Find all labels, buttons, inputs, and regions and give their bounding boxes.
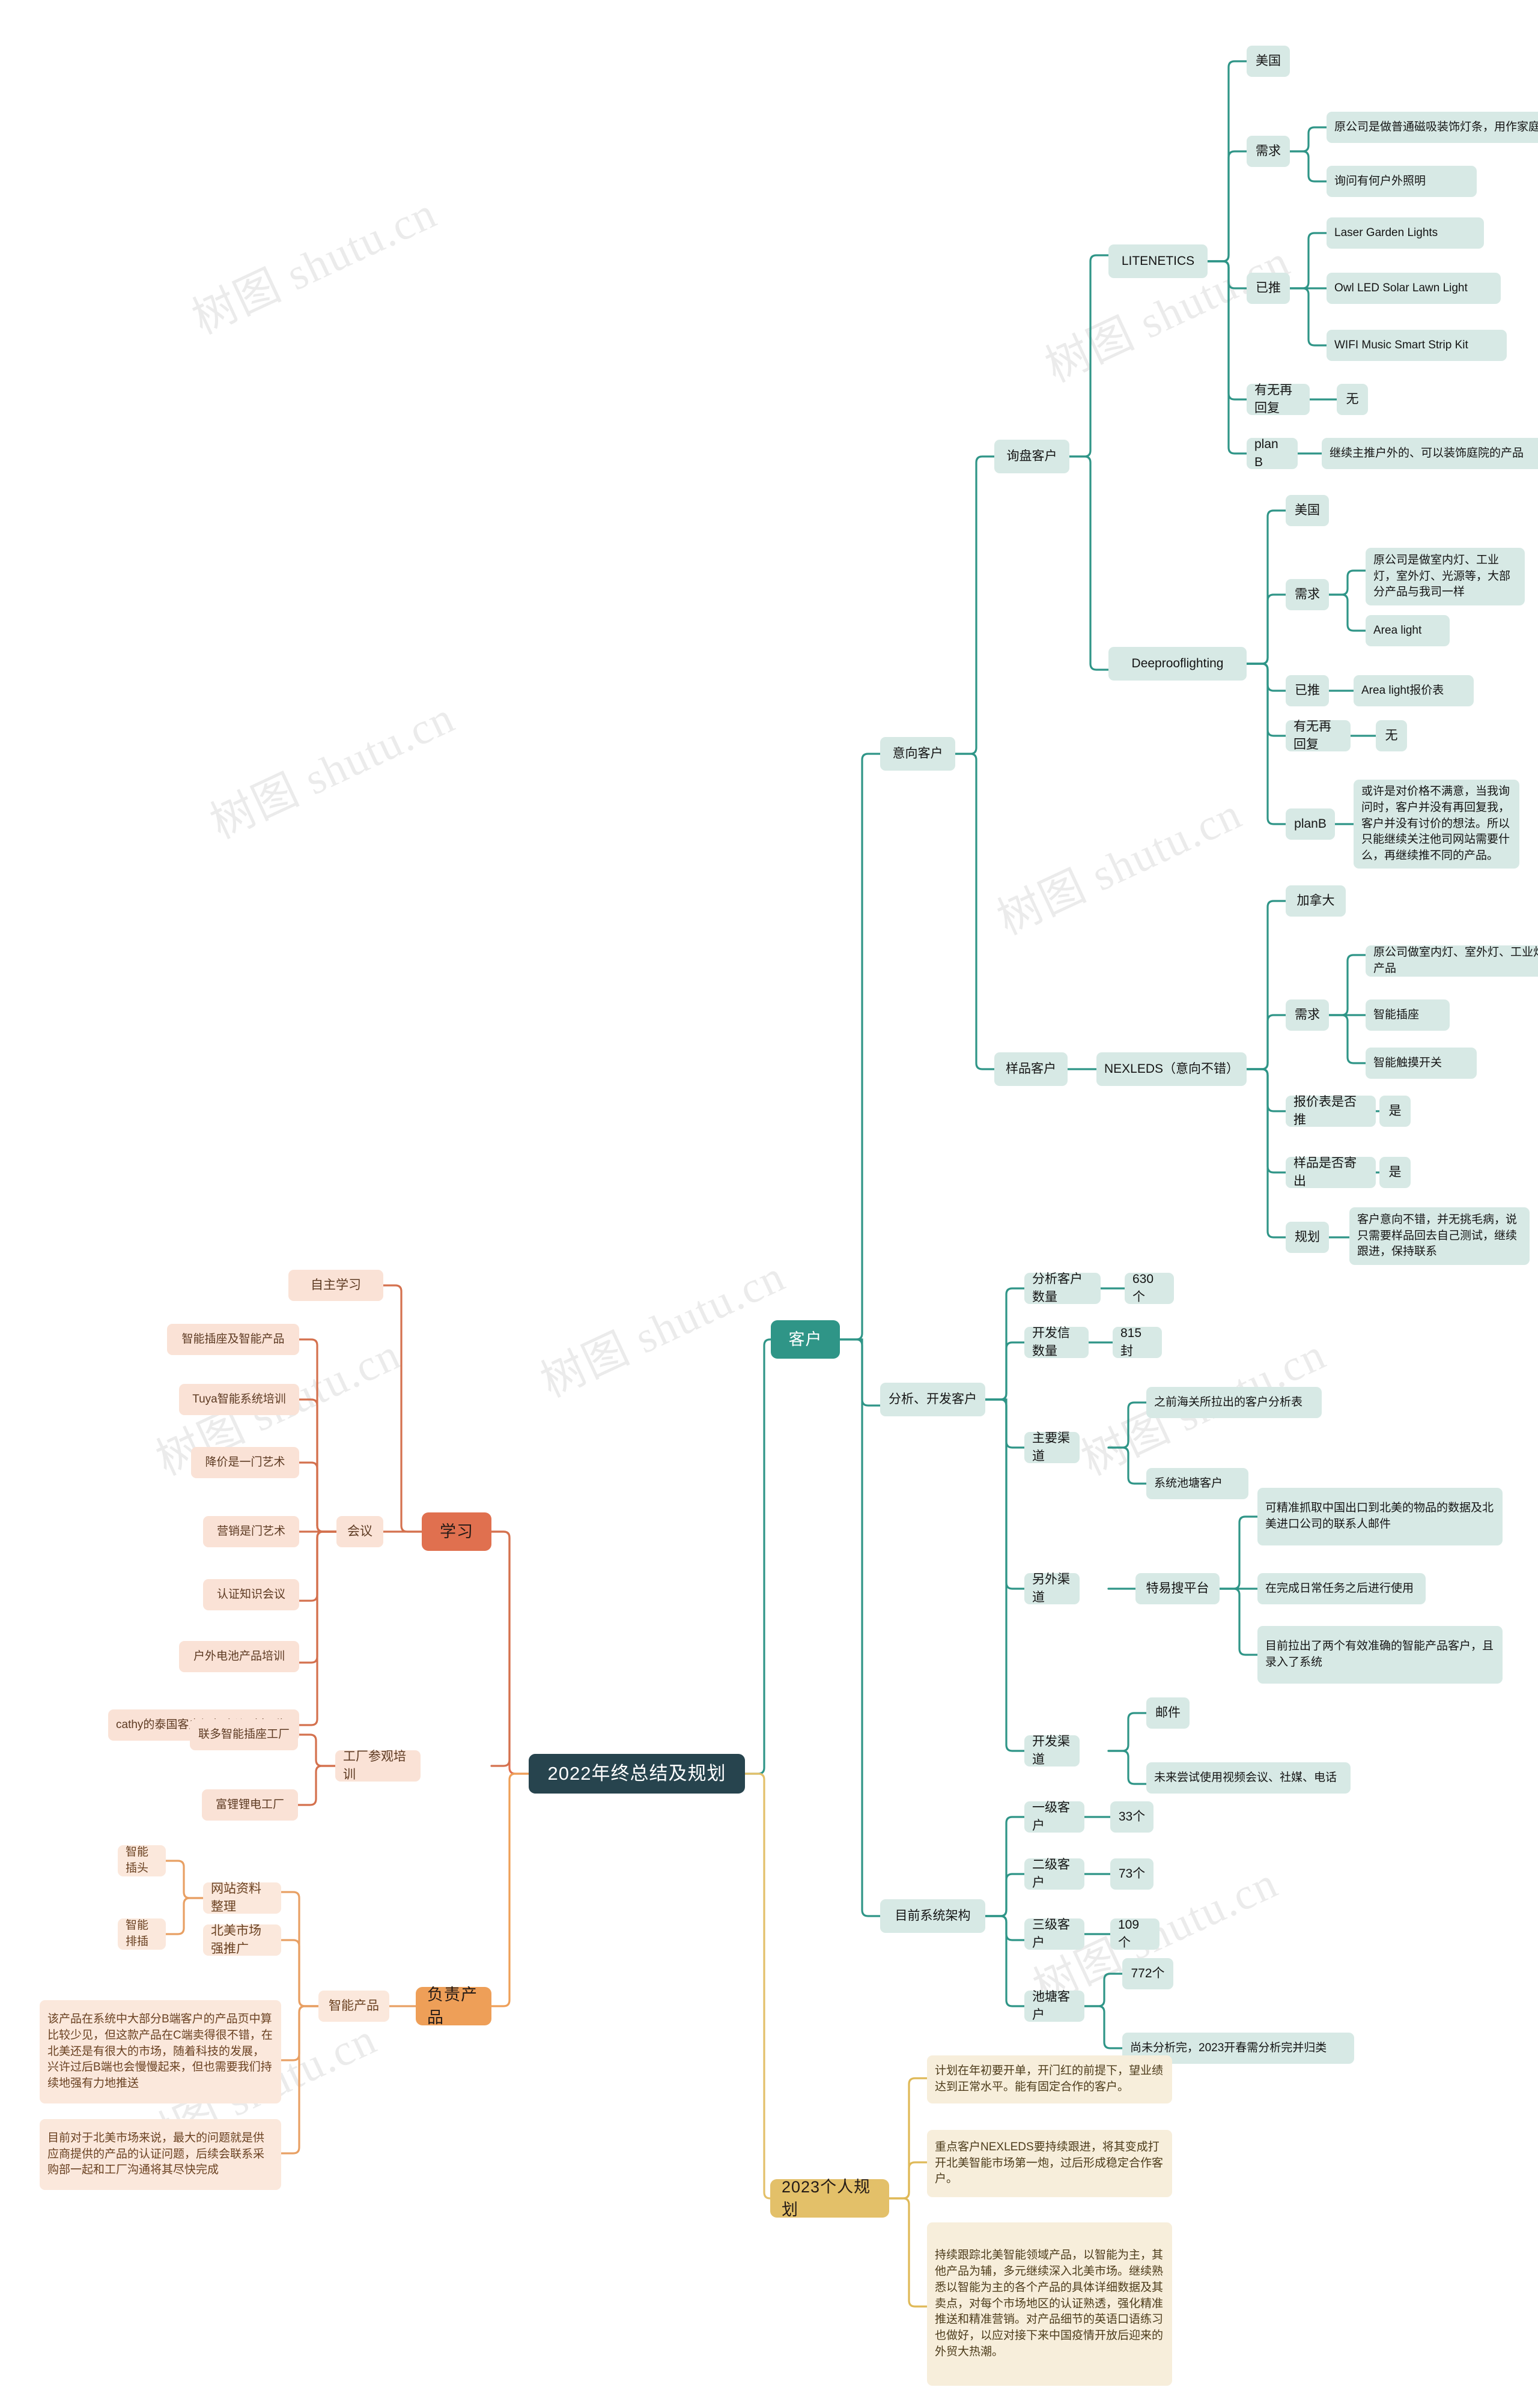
node-nexleds-demand-1[interactable]: 原公司做室内灯、室外灯、工业灯、智能产品 bbox=[1366, 945, 1538, 977]
node-litenetics-pushed-1[interactable]: Laser Garden Lights bbox=[1327, 217, 1484, 249]
node-other-channel-2[interactable]: 在完成日常任务之后进行使用 bbox=[1257, 1573, 1426, 1604]
watermark: 树图 shutu.cn bbox=[533, 1251, 793, 1407]
branch-learning[interactable]: 学习 bbox=[422, 1512, 491, 1551]
node-meeting-4[interactable]: 营销是门艺术 bbox=[203, 1516, 299, 1547]
node-dev-letters-label[interactable]: 开发信数量 bbox=[1024, 1326, 1089, 1358]
node-pond-count[interactable]: 772个 bbox=[1122, 1958, 1173, 1989]
node-level2-value[interactable]: 73个 bbox=[1110, 1858, 1154, 1890]
node-other-channel-platform[interactable]: 特易搜平台 bbox=[1135, 1573, 1220, 1604]
node-nexleds-plan-value[interactable]: 客户意向不错，并无挑毛病，说只需要样品回去自己测试，继续跟进，保持联系 bbox=[1349, 1207, 1530, 1265]
node-litenetics-demand-label[interactable]: 需求 bbox=[1247, 136, 1290, 167]
node-nexleds[interactable]: NEXLEDS（意向不错） bbox=[1096, 1052, 1247, 1086]
node-deeprooflighting[interactable]: Deeprooflighting bbox=[1108, 647, 1247, 681]
node-litenetics-reply-value[interactable]: 无 bbox=[1337, 384, 1368, 415]
node-nexleds-quote-value[interactable]: 是 bbox=[1379, 1096, 1411, 1127]
node-analyze-develop[interactable]: 分析、开发客户 bbox=[880, 1383, 985, 1416]
node-main-channel-2[interactable]: 系统池塘客户 bbox=[1146, 1468, 1248, 1499]
node-smart-powerstrip[interactable]: 智能排插 bbox=[118, 1918, 166, 1950]
node-litenetics-planb-label[interactable]: plan B bbox=[1247, 437, 1298, 469]
node-meeting-6[interactable]: 户外电池产品培训 bbox=[179, 1641, 299, 1672]
watermark: 树图 shutu.cn bbox=[203, 693, 463, 849]
node-nexleds-demand-3[interactable]: 智能触摸开关 bbox=[1366, 1048, 1477, 1079]
node-dev-channel-1[interactable]: 邮件 bbox=[1146, 1697, 1190, 1729]
node-meeting-3[interactable]: 降价是一门艺术 bbox=[191, 1447, 299, 1478]
node-deeproof-pushed-value[interactable]: Area light报价表 bbox=[1354, 675, 1474, 706]
node-level3-value[interactable]: 109个 bbox=[1110, 1918, 1160, 1950]
node-deeproof-planb-label[interactable]: planB bbox=[1286, 808, 1335, 840]
node-na-promotion[interactable]: 北美市场强推广 bbox=[203, 1924, 281, 1956]
node-smart-product[interactable]: 智能产品 bbox=[318, 1991, 389, 2022]
node-plan-item-3[interactable]: 持续跟踪北美智能领域产品，以智能为主，其他产品为辅，多元继续深入北美市场。继续熟… bbox=[927, 2222, 1172, 2386]
node-pond-customer-label[interactable]: 池塘客户 bbox=[1024, 1990, 1084, 2022]
node-nexleds-demand-2[interactable]: 智能插座 bbox=[1366, 999, 1450, 1031]
node-nexleds-demand-label[interactable]: 需求 bbox=[1286, 999, 1329, 1031]
node-meeting-2[interactable]: Tuya智能系统培训 bbox=[179, 1384, 299, 1415]
node-deeproof-country[interactable]: 美国 bbox=[1286, 495, 1329, 526]
node-deeproof-pushed-label[interactable]: 已推 bbox=[1286, 675, 1329, 706]
node-factory-1[interactable]: 联多智能插座工厂 bbox=[190, 1719, 298, 1750]
node-litenetics-pushed-2[interactable]: Owl LED Solar Lawn Light bbox=[1327, 273, 1501, 304]
root-node[interactable]: 2022年终总结及规划 bbox=[529, 1754, 745, 1794]
mindmap-canvas: 树图 shutu.cn 树图 shutu.cn 树图 shutu.cn 树图 s… bbox=[0, 0, 1538, 2408]
node-litenetics-demand-2[interactable]: 询问有何户外照明 bbox=[1327, 166, 1477, 197]
node-self-learning[interactable]: 自主学习 bbox=[288, 1270, 383, 1301]
node-deeproof-demand-label[interactable]: 需求 bbox=[1286, 579, 1329, 610]
node-other-channel-label[interactable]: 另外渠道 bbox=[1024, 1572, 1080, 1604]
node-analyzed-count-value[interactable]: 630个 bbox=[1125, 1272, 1174, 1304]
node-system-architecture[interactable]: 目前系统架构 bbox=[880, 1899, 985, 1933]
node-website-materials[interactable]: 网站资料整理 bbox=[203, 1882, 281, 1914]
watermark: 树图 shutu.cn bbox=[185, 188, 445, 344]
node-nexleds-sample-label[interactable]: 样品是否寄出 bbox=[1286, 1156, 1376, 1188]
node-other-channel-3[interactable]: 目前拉出了两个有效准确的智能产品客户，且录入了系统 bbox=[1257, 1626, 1503, 1684]
node-deeproof-demand-1[interactable]: 原公司是做室内灯、工业灯，室外灯、光源等，大部分产品与我司一样 bbox=[1366, 548, 1525, 605]
node-dev-letters-value[interactable]: 815封 bbox=[1113, 1326, 1162, 1358]
node-deeproof-planb-value[interactable]: 或许是对价格不满意，当我询问时，客户并没有再回复我，客户并没有讨价的想法。所以只… bbox=[1354, 780, 1519, 869]
node-sample-customer[interactable]: 样品客户 bbox=[994, 1052, 1068, 1086]
node-dev-channel-2[interactable]: 未来尝试使用视频会议、社媒、电话 bbox=[1146, 1762, 1351, 1794]
node-deeproof-reply-label[interactable]: 有无再回复 bbox=[1286, 720, 1351, 751]
node-level2-label[interactable]: 二级客户 bbox=[1024, 1858, 1084, 1890]
node-litenetics-reply-label[interactable]: 有无再回复 bbox=[1247, 383, 1310, 415]
node-meeting-label[interactable]: 会议 bbox=[336, 1516, 383, 1547]
node-analyzed-count-label[interactable]: 分析客户数量 bbox=[1024, 1272, 1101, 1304]
branch-2023-plan[interactable]: 2023个人规划 bbox=[770, 2178, 889, 2219]
node-litenetics-country[interactable]: 美国 bbox=[1247, 46, 1290, 77]
node-deeproof-reply-value[interactable]: 无 bbox=[1376, 720, 1407, 751]
node-nexleds-sample-value[interactable]: 是 bbox=[1379, 1157, 1411, 1188]
node-main-channel-label[interactable]: 主要渠道 bbox=[1024, 1431, 1080, 1463]
node-plan-item-2[interactable]: 重点客户NEXLEDS要持续跟进，将其变成打开北美智能市场第一炮，过后形成稳定合… bbox=[927, 2130, 1172, 2197]
node-nexleds-plan-label[interactable]: 规划 bbox=[1286, 1222, 1329, 1253]
node-litenetics-planb-value[interactable]: 继续主推户外的、可以装饰庭院的产品 bbox=[1322, 438, 1538, 469]
node-intention-customer[interactable]: 意向客户 bbox=[880, 737, 955, 771]
watermark: 树图 shutu.cn bbox=[990, 789, 1250, 945]
node-nexleds-quote-label[interactable]: 报价表是否推 bbox=[1286, 1095, 1376, 1127]
node-factory-visit-label[interactable]: 工厂参观培训 bbox=[335, 1750, 421, 1782]
node-plan-item-1[interactable]: 计划在年初要开单，开门红的前提下，望业绩达到正常水平。能有固定合作的客户。 bbox=[927, 2055, 1172, 2103]
node-level1-value[interactable]: 33个 bbox=[1110, 1801, 1154, 1833]
node-product-note-2[interactable]: 目前对于北美市场来说，最大的问题就是供应商提供的产品的认证问题，后续会联系采购部… bbox=[40, 2119, 281, 2190]
node-dev-channel-label[interactable]: 开发渠道 bbox=[1024, 1735, 1080, 1767]
node-other-channel-1[interactable]: 可精准抓取中国出口到北美的物品的数据及北美进口公司的联系人邮件 bbox=[1257, 1488, 1503, 1545]
node-litenetics-pushed-label[interactable]: 已推 bbox=[1247, 273, 1290, 304]
branch-customer[interactable]: 客户 bbox=[771, 1320, 840, 1359]
node-main-channel-1[interactable]: 之前海关所拉出的客户分析表 bbox=[1146, 1387, 1322, 1418]
node-deeproof-demand-2[interactable]: Area light bbox=[1366, 615, 1450, 646]
node-smart-plug[interactable]: 智能插头 bbox=[118, 1845, 166, 1876]
node-meeting-1[interactable]: 智能插座及智能产品 bbox=[167, 1324, 299, 1355]
node-litenetics-pushed-3[interactable]: WIFI Music Smart Strip Kit bbox=[1327, 330, 1507, 361]
node-product-note-1[interactable]: 该产品在系统中大部分B端客户的产品页中算比较少见，但这款产品在C端卖得很不错，在… bbox=[40, 2000, 281, 2103]
node-litenetics-demand-1[interactable]: 原公司是做普通磁吸装饰灯条，用作家庭庭院 bbox=[1327, 112, 1538, 143]
node-meeting-5[interactable]: 认证知识会议 bbox=[203, 1579, 299, 1610]
node-inquiry-customer[interactable]: 询盘客户 bbox=[994, 440, 1069, 473]
branch-product[interactable]: 负责产品 bbox=[416, 1986, 491, 2027]
node-litenetics[interactable]: LITENETICS bbox=[1108, 244, 1208, 278]
node-level3-label[interactable]: 三级客户 bbox=[1024, 1918, 1084, 1950]
node-level1-label[interactable]: 一级客户 bbox=[1024, 1801, 1084, 1833]
node-nexleds-country[interactable]: 加拿大 bbox=[1286, 885, 1346, 917]
node-factory-2[interactable]: 富锂锂电工厂 bbox=[202, 1789, 298, 1821]
